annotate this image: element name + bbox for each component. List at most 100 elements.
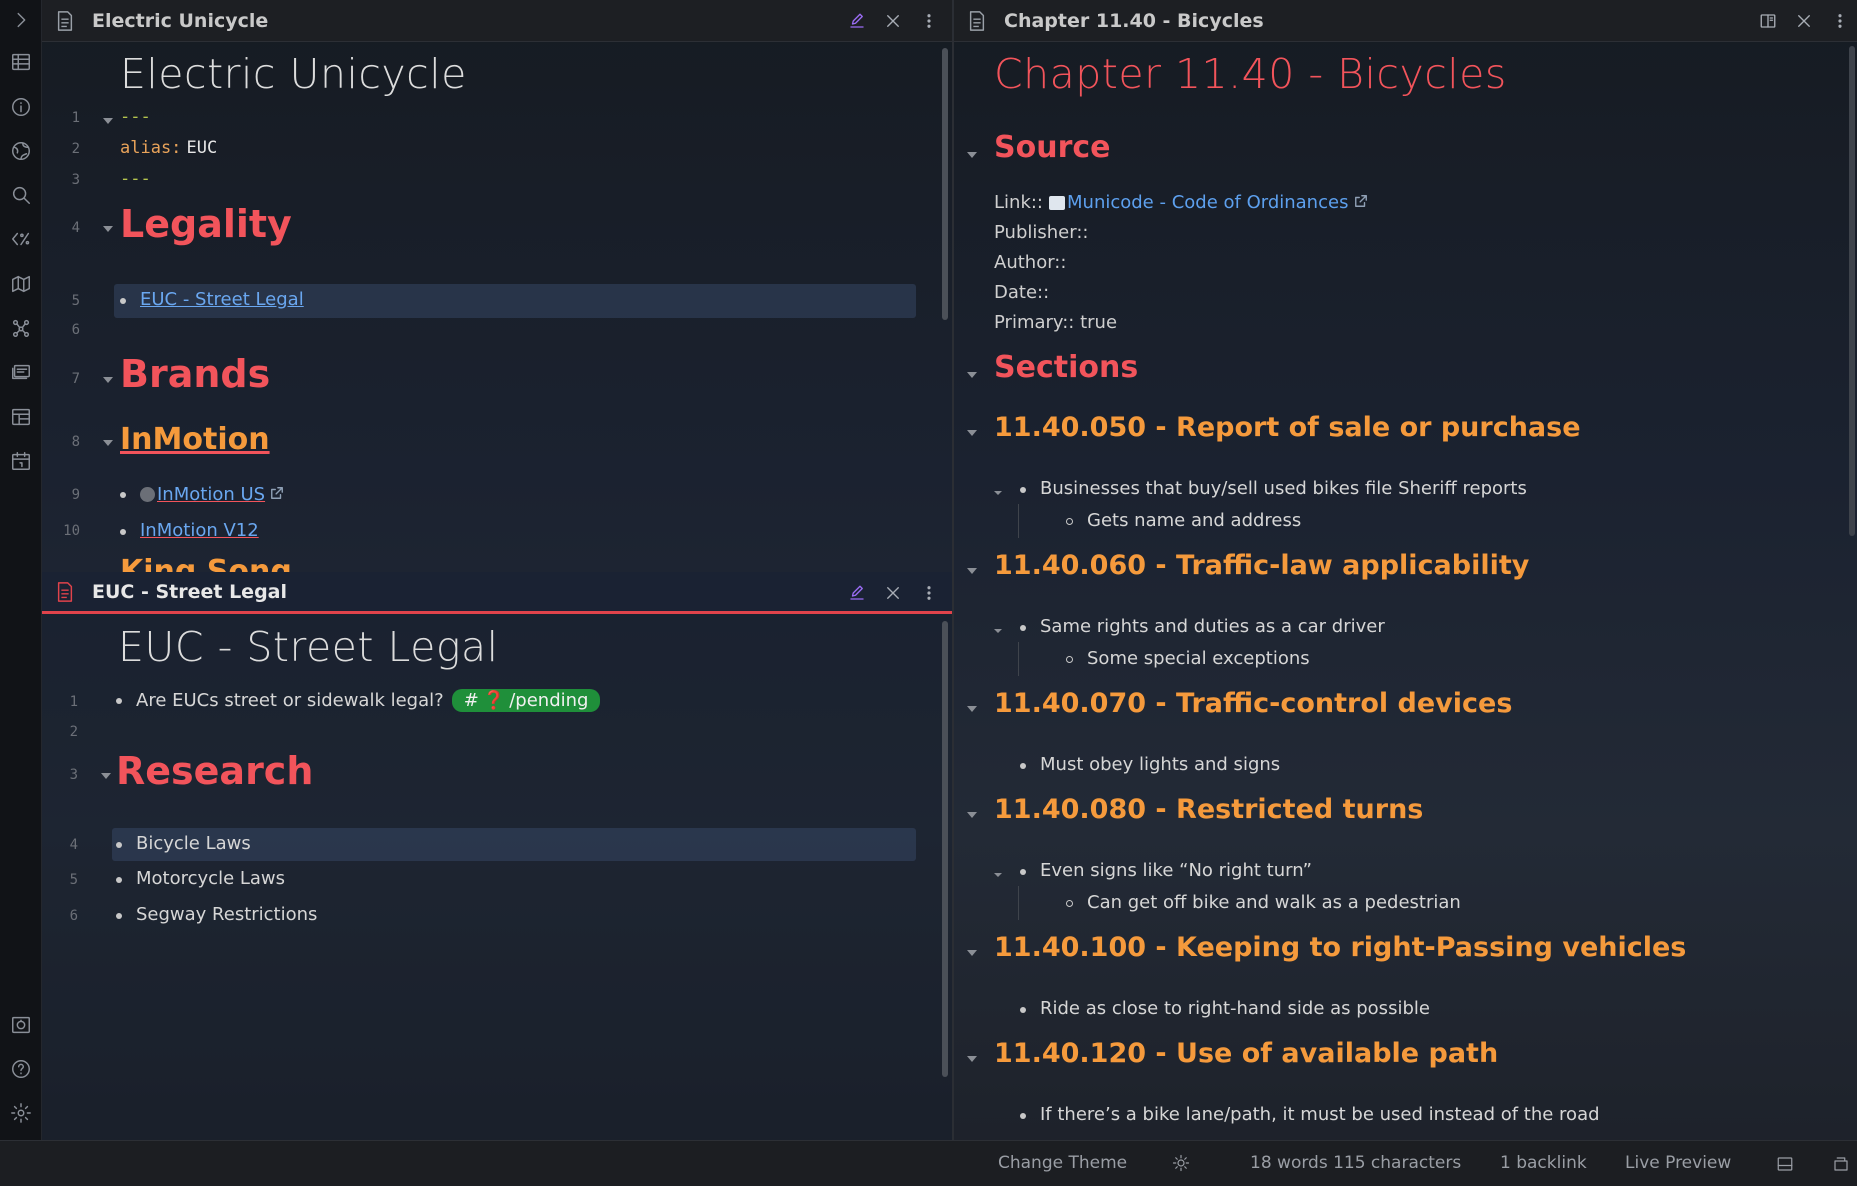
sub-bullet (1066, 656, 1073, 663)
fold-chevron-icon[interactable] (966, 562, 978, 574)
pane-title[interactable]: Electric Unicycle (92, 10, 268, 32)
editor-body[interactable]: Electric Unicycle 1 --- 2 alias: EUC 3 -… (42, 42, 952, 572)
scrollbar[interactable] (1849, 46, 1855, 536)
frontmatter-value: EUC (186, 138, 218, 158)
section-heading: 11.40.050 - Report of sale or purchase (994, 412, 1581, 443)
line-number: 2 (69, 724, 78, 740)
link-municode[interactable]: Municode - Code of Ordinances (1067, 192, 1348, 213)
line-number: 4 (69, 837, 78, 853)
sync-icon[interactable] (1832, 1155, 1850, 1178)
link-inmotion-v12[interactable]: InMotion V12 (140, 520, 259, 541)
edit-pencil-icon[interactable] (846, 582, 868, 604)
external-link-icon (270, 485, 284, 504)
search-icon[interactable] (9, 183, 33, 207)
bullet (1020, 762, 1026, 769)
fold-chevron-icon[interactable] (100, 767, 112, 779)
heading-source: Source (994, 130, 1111, 165)
backlink-count[interactable]: 1 backlink (1500, 1153, 1587, 1173)
fold-chevron-icon[interactable] (992, 866, 1004, 878)
bullet (1020, 1112, 1026, 1119)
fold-chevron-icon[interactable] (966, 1050, 978, 1062)
frontmatter-open: --- (120, 107, 151, 127)
fold-chevron-icon[interactable] (102, 112, 114, 124)
bullet (116, 912, 122, 919)
line-number: 9 (71, 487, 80, 503)
frontmatter-close: --- (120, 169, 151, 189)
list-item: Motorcycle Laws (136, 868, 286, 889)
fold-chevron-icon[interactable] (966, 146, 978, 158)
sub-bullet (1066, 900, 1073, 907)
section-bullet: If there’s a bike lane/path, it must be … (1040, 1104, 1600, 1125)
bullet (1020, 624, 1026, 631)
tag-pending[interactable]: # ❓ /pending (451, 689, 601, 712)
pane-title[interactable]: EUC - Street Legal (92, 581, 287, 603)
list-item: Bicycle Laws (136, 833, 251, 854)
edit-pencil-icon[interactable] (846, 10, 868, 32)
inline-title[interactable]: Chapter 11.40 - Bicycles (994, 50, 1507, 98)
pane-header-active: EUC - Street Legal (42, 572, 952, 614)
bullet (120, 491, 126, 498)
editor-body[interactable]: EUC - Street Legal 1 Are EUCs street or … (42, 617, 952, 1140)
inline-title[interactable]: Electric Unicycle (120, 50, 467, 98)
indent-guide (1018, 642, 1019, 676)
line-number: 3 (69, 767, 78, 783)
bullet (116, 876, 122, 883)
list-item: Segway Restrictions (136, 904, 318, 925)
fold-chevron-icon[interactable] (966, 806, 978, 818)
settings-gear-icon[interactable] (9, 1101, 33, 1125)
close-icon[interactable] (882, 582, 904, 604)
fold-chevron-icon[interactable] (102, 220, 114, 232)
fold-chevron-icon[interactable] (966, 700, 978, 712)
fold-chevron-icon[interactable] (102, 434, 114, 446)
fold-chevron-icon[interactable] (992, 622, 1004, 634)
globe-icon[interactable] (9, 139, 33, 163)
theme-sun-icon[interactable] (1172, 1154, 1190, 1177)
more-options-icon[interactable] (918, 10, 940, 32)
section-heading: 11.40.120 - Use of available path (994, 1038, 1499, 1069)
line-number: 5 (71, 293, 80, 309)
heading-research: Research (116, 749, 314, 793)
question-emoji: ❓ (482, 690, 506, 711)
bullet (116, 841, 122, 848)
help-icon[interactable] (9, 1057, 33, 1081)
calendar-icon[interactable] (9, 449, 33, 473)
info-icon[interactable] (9, 95, 33, 119)
pane-euc-street-legal: EUC - Street Legal EUC - Street Legal 1 … (42, 572, 952, 1140)
pane-title[interactable]: Chapter 11.40 - Bicycles (1004, 10, 1264, 32)
bullet (120, 297, 126, 304)
layout-icon[interactable] (1776, 1155, 1794, 1178)
fold-chevron-icon[interactable] (966, 944, 978, 956)
close-icon[interactable] (882, 10, 904, 32)
external-link-icon (1354, 193, 1368, 212)
change-theme-button[interactable]: Change Theme (998, 1153, 1127, 1173)
prop-primary: Primary:: true (994, 312, 1118, 333)
status-bar: Change Theme 18 words 115 characters 1 b… (0, 1140, 1857, 1186)
table-icon[interactable] (9, 50, 33, 74)
fold-chevron-icon[interactable] (966, 424, 978, 436)
expand-sidebar-icon[interactable] (9, 8, 33, 32)
fold-chevron-icon[interactable] (966, 366, 978, 378)
inline-title[interactable]: EUC - Street Legal (118, 623, 498, 671)
left-ribbon (0, 0, 42, 1140)
favicon-icon (140, 487, 155, 502)
fold-chevron-icon[interactable] (992, 484, 1004, 496)
kanban-icon[interactable] (9, 405, 33, 429)
reading-body[interactable]: Chapter 11.40 - Bicycles Source Link:: M… (954, 42, 1857, 1140)
reading-view-icon[interactable] (1757, 10, 1779, 32)
graph-view-icon[interactable] (9, 316, 33, 340)
fold-chevron-icon[interactable] (102, 371, 114, 383)
templater-icon[interactable] (9, 227, 33, 251)
more-options-icon[interactable] (1829, 10, 1851, 32)
vault-switcher-icon[interactable] (9, 1013, 33, 1037)
document-icon (966, 10, 988, 32)
map-icon[interactable] (9, 272, 33, 296)
more-options-icon[interactable] (918, 582, 940, 604)
document-icon (54, 10, 76, 32)
close-icon[interactable] (1793, 10, 1815, 32)
slides-icon[interactable] (9, 360, 33, 384)
pane-electric-unicycle: Electric Unicycle Electric Unicycle 1 --… (42, 0, 952, 572)
line-number: 7 (71, 371, 80, 387)
link-inmotion-us[interactable]: InMotion US (157, 484, 265, 505)
link-euc-street-legal[interactable]: EUC - Street Legal (140, 289, 304, 310)
editor-mode[interactable]: Live Preview (1625, 1153, 1731, 1173)
